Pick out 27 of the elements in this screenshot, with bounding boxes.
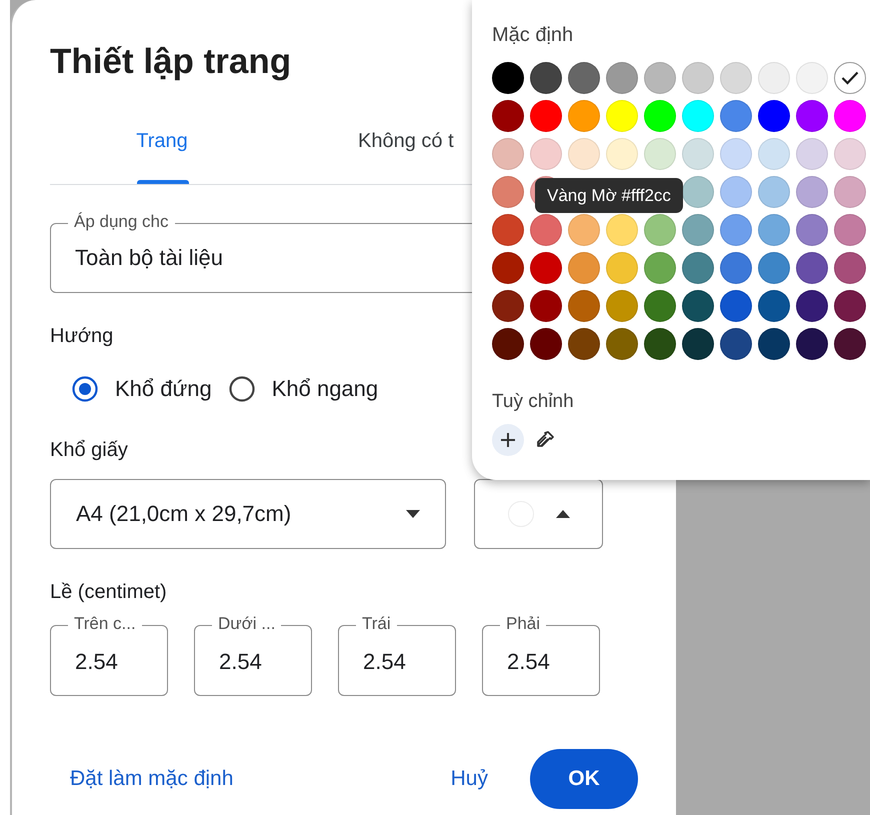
color-swatch[interactable] (834, 62, 866, 94)
radio-label: Khổ ngang (272, 376, 378, 402)
tab[interactable]: Không có t (358, 126, 454, 184)
check-icon (841, 71, 859, 85)
add-button[interactable] (492, 424, 524, 456)
page-color-button[interactable] (474, 479, 603, 549)
caret-down-icon (406, 510, 420, 518)
field-label: Áp dụng chc (68, 212, 175, 232)
plus-icon (500, 432, 516, 448)
field-value: 2.54 (507, 648, 550, 676)
ok-button[interactable]: OK (530, 749, 638, 809)
palette-heading: Mặc định (492, 23, 574, 48)
paper-size-dropdown[interactable]: A4 (21,0cm x 29,7cm) (50, 479, 446, 549)
dialog-title: Thiết lập trang (50, 41, 292, 83)
section-label: Lề (centimet) (50, 580, 167, 605)
radio-label: Khổ đứng (115, 376, 212, 402)
field-value: 2.54 (75, 648, 118, 676)
field-value: 2.54 (219, 648, 262, 676)
section-label: Khổ giấy (50, 438, 128, 463)
section-label: Hướng (50, 324, 114, 349)
field-value: 2.54 (363, 648, 406, 676)
cancel-button[interactable]: Huỷ (450, 767, 488, 791)
set-default-link[interactable]: Đặt làm mặc định (70, 767, 234, 791)
tooltip: Vàng Mờ #fff2cc (535, 178, 683, 213)
section-label: Tuỳ chỉnh (492, 390, 575, 414)
tab[interactable]: Trang (50, 126, 274, 184)
field-value: Toàn bộ tài liệu (75, 244, 223, 272)
